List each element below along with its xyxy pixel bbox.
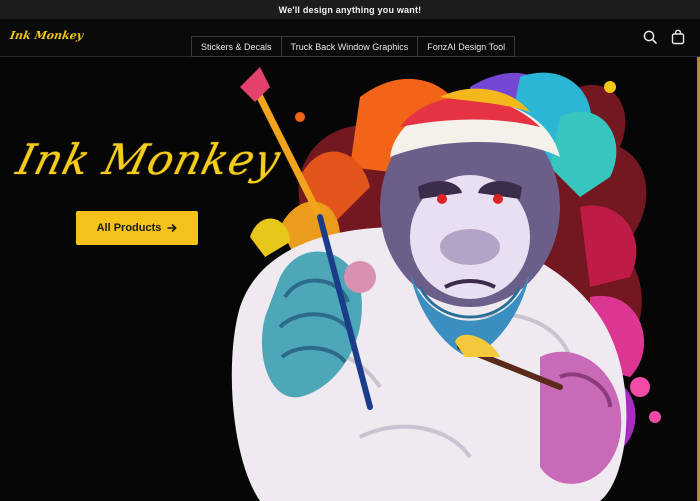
arrow-right-icon [167, 224, 177, 232]
announcement-text: We'll design anything you want! [278, 4, 422, 15]
nav-item-fonzai-design-tool[interactable]: FonzAI Design Tool [417, 36, 516, 57]
search-button[interactable] [642, 29, 658, 45]
nav-item-truck-back-window-graphics[interactable]: Truck Back Window Graphics [280, 36, 419, 57]
all-products-button[interactable]: All Products [76, 211, 198, 245]
logo[interactable]: Ink Monkey [9, 29, 84, 42]
all-products-label: All Products [96, 222, 162, 234]
monkey-painter-illustration [231, 67, 661, 501]
announcement-bar: We'll design anything you want! [0, 0, 700, 19]
hero-title: Ink Monkey [11, 135, 286, 184]
site-header: Ink Monkey Stickers & Decals Truck Back … [0, 19, 700, 57]
nav-item-stickers-decals[interactable]: Stickers & Decals [191, 36, 282, 57]
hero-section: Ink Monkey All Products [0, 57, 697, 501]
cart-button[interactable] [670, 29, 686, 45]
main-nav: Stickers & Decals Truck Back Window Grap… [191, 36, 516, 57]
search-icon [643, 30, 657, 44]
shopping-bag-icon [671, 29, 685, 45]
